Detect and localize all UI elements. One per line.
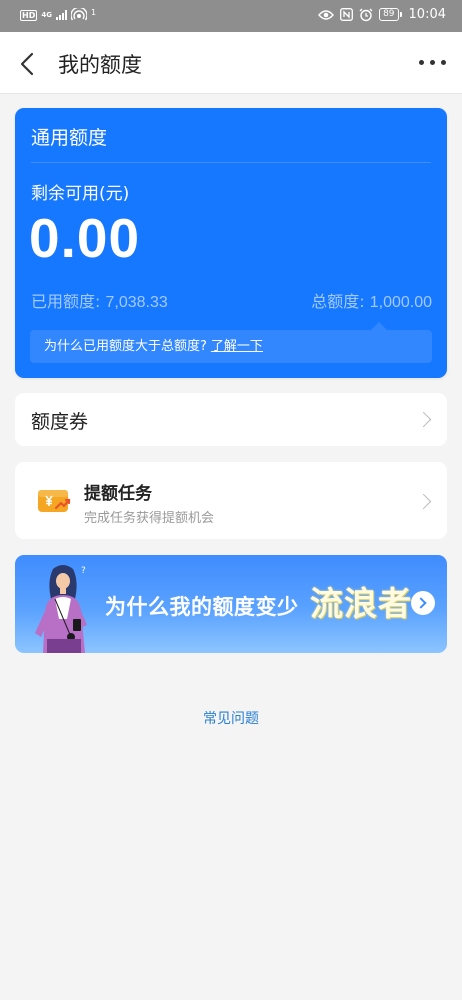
dot-icon: [441, 60, 446, 65]
divider: [31, 162, 431, 163]
used-value: 7,038.33: [105, 294, 168, 311]
tip-question: 为什么已用额度大于总额度?: [44, 339, 207, 354]
learn-more-link[interactable]: 了解一下: [211, 339, 263, 354]
status-bar: HD 4G 1 89 10:04: [0, 0, 462, 32]
back-button[interactable]: [12, 48, 44, 80]
credit-tip: 为什么已用额度大于总额度? 了解一下: [30, 330, 432, 363]
watermark: 流浪者: [310, 584, 412, 623]
faq-link[interactable]: 常见问题: [0, 708, 462, 728]
status-left: HD 4G 1: [20, 8, 96, 22]
credit-section-title: 通用额度: [31, 127, 108, 149]
voucher-row[interactable]: 额度券: [15, 393, 447, 446]
page-title: 我的额度: [58, 53, 142, 77]
status-right: 89 10:04: [318, 7, 446, 22]
clock: 10:04: [408, 7, 446, 22]
chevron-right-icon: [415, 411, 432, 428]
nav-bar: 我的额度: [0, 32, 462, 94]
total-value: 1,000.00: [369, 294, 432, 311]
more-options-button[interactable]: [419, 60, 446, 65]
nfc-icon: [340, 8, 354, 21]
wifi-hotspot-icon: [70, 8, 87, 21]
arrow-right-icon: [411, 591, 435, 615]
dot-icon: [419, 60, 424, 65]
credit-change-banner[interactable]: ? 为什么我的额度变少 流浪者: [15, 555, 447, 653]
remaining-amount: 0.00: [29, 207, 141, 269]
total-label: 总额度:: [311, 292, 365, 311]
dot-icon: [430, 60, 435, 65]
credit-card: 通用额度 剩余可用(元) 0.00 已用额度: 7,038.33 总额度: 1,…: [15, 108, 447, 378]
tip-pointer: [371, 322, 387, 330]
chevron-right-icon: [415, 493, 432, 510]
network-type: 4G: [41, 10, 52, 19]
total-credit: 总额度: 1,000.00: [311, 288, 432, 312]
used-credit: 已用额度: 7,038.33: [31, 288, 168, 312]
hotspot-count: 1: [90, 7, 97, 17]
remaining-label: 剩余可用(元): [31, 184, 130, 204]
woman-illustration-icon: ?: [35, 565, 87, 653]
voucher-label: 额度券: [31, 411, 89, 433]
credit-task-row[interactable]: 提额任务 完成任务获得提额机会: [15, 462, 447, 539]
svg-text:?: ?: [81, 566, 86, 576]
banner-text: 为什么我的额度变少: [105, 595, 299, 619]
back-arrow-icon: [20, 52, 34, 76]
hd-badge: HD: [20, 9, 38, 21]
battery-icon: 89: [379, 8, 403, 21]
eye-icon: [318, 9, 335, 20]
alarm-icon: [359, 8, 373, 21]
wallet-yen-icon: [38, 490, 71, 512]
task-subtitle: 完成任务获得提额机会: [84, 511, 215, 526]
used-label: 已用额度:: [31, 292, 101, 311]
task-title: 提额任务: [84, 484, 152, 504]
signal-icon: [55, 10, 67, 20]
